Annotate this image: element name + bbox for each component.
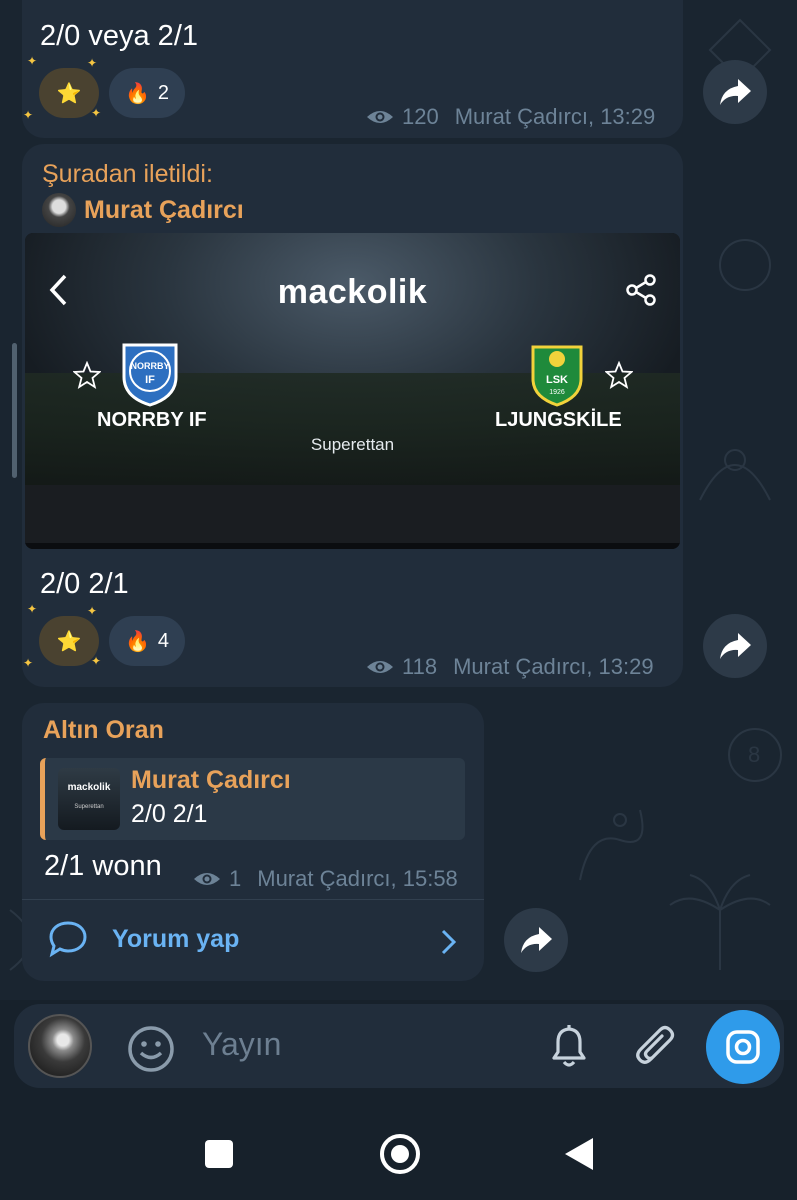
star-reaction[interactable]: ⭐ ✦ ✦ ✦ ✦ bbox=[23, 602, 102, 670]
sparkle-icon: ✦ bbox=[27, 54, 38, 68]
fire-emoji-icon: 🔥 bbox=[125, 630, 150, 653]
sparkle-icon: ✦ bbox=[87, 56, 98, 70]
share-nodes-icon bbox=[626, 274, 656, 306]
home-button[interactable] bbox=[380, 1134, 420, 1174]
author-time: Murat Çadırcı, 13:29 bbox=[453, 654, 654, 679]
sparkle-icon: ✦ bbox=[23, 656, 34, 670]
message-meta: 120 Murat Çadırcı, 13:29 bbox=[366, 104, 655, 130]
sparkle-icon: ✦ bbox=[91, 106, 102, 120]
sparkle-icon: ✦ bbox=[23, 108, 34, 122]
bell-icon[interactable] bbox=[546, 1022, 592, 1070]
emoji-smile-icon[interactable] bbox=[126, 1024, 176, 1074]
reactions-row: ⭐ ✦ ✦ ✦ ✦ 🔥 4 bbox=[23, 602, 186, 670]
reaction-count: 4 bbox=[157, 629, 170, 652]
view-count: 118 bbox=[402, 654, 438, 679]
forwarded-label: Şuradan iletildi: bbox=[42, 160, 213, 188]
share-arrow-icon bbox=[720, 79, 751, 105]
reactions-row: ⭐ ✦ ✦ ✦ ✦ 🔥 2 bbox=[23, 54, 186, 122]
back-button[interactable] bbox=[565, 1138, 593, 1170]
views-eye-icon bbox=[194, 873, 220, 885]
reply-thumb-league: Superettan bbox=[74, 804, 104, 810]
message-text: 2/0 2/1 bbox=[40, 568, 129, 600]
recents-button[interactable] bbox=[205, 1140, 233, 1168]
message-meta: 118 Murat Çadırcı, 13:29 bbox=[366, 654, 654, 680]
reply-quote[interactable]: mackolik Superettan Murat Çadırcı 2/0 2/… bbox=[40, 758, 465, 840]
divider bbox=[22, 899, 484, 900]
star-emoji-icon: ⭐ bbox=[56, 630, 82, 653]
svg-text:8: 8 bbox=[748, 742, 760, 767]
star-emoji-icon: ⭐ bbox=[56, 82, 82, 105]
message-text: 2/0 veya 2/1 bbox=[40, 20, 198, 52]
comment-bubble-icon bbox=[49, 921, 87, 958]
author-time: Murat Çadırcı, 13:29 bbox=[454, 104, 656, 129]
channel-title: Altın Oran bbox=[43, 716, 164, 744]
share-arrow-icon bbox=[521, 927, 552, 953]
share-button[interactable] bbox=[504, 908, 568, 972]
fire-reaction[interactable]: 🔥 2 bbox=[109, 68, 186, 118]
reply-thumb-logo: mackolik bbox=[67, 782, 111, 793]
reply-author: Murat Çadırcı bbox=[131, 766, 291, 794]
camera-button[interactable] bbox=[706, 1010, 780, 1084]
share-arrow-icon bbox=[720, 633, 751, 659]
star-reaction[interactable]: ⭐ ✦ ✦ ✦ ✦ bbox=[23, 54, 102, 122]
views-eye-icon bbox=[367, 111, 393, 123]
screenshot-bottom-panel bbox=[25, 485, 680, 549]
sparkle-icon: ✦ bbox=[87, 604, 98, 618]
crest-text: 1926 bbox=[549, 389, 565, 396]
crest-text: NORRBY bbox=[130, 361, 169, 371]
camera-icon bbox=[726, 1030, 760, 1064]
reply-thumbnail: mackolik Superettan bbox=[58, 768, 120, 830]
ljungskile-crest-icon: LSK 1926 bbox=[531, 345, 583, 407]
sparkle-icon: ✦ bbox=[91, 654, 102, 668]
league-name: Superettan bbox=[310, 435, 395, 454]
message-meta: 1 Murat Çadırcı, 15:58 bbox=[193, 866, 458, 892]
view-count: 1 bbox=[229, 866, 242, 891]
views-eye-icon bbox=[367, 661, 393, 673]
crest-text: LSK bbox=[546, 374, 568, 386]
reaction-count: 2 bbox=[157, 81, 170, 104]
sparkle-icon: ✦ bbox=[27, 602, 38, 616]
fire-reaction[interactable]: 🔥 4 bbox=[109, 616, 186, 666]
share-button[interactable] bbox=[703, 614, 767, 678]
comment-label: Yorum yap bbox=[112, 924, 240, 953]
author-time: Murat Çadırcı, 15:58 bbox=[257, 866, 458, 891]
away-team-name: LJUNGSKİLE bbox=[495, 409, 622, 431]
fire-emoji-icon: 🔥 bbox=[125, 82, 150, 105]
view-count: 120 bbox=[402, 104, 439, 129]
paperclip-icon[interactable] bbox=[632, 1022, 680, 1072]
crest-text: IF bbox=[145, 374, 155, 386]
favorite-star-icon bbox=[605, 361, 633, 389]
screenshot-image[interactable]: mackolik NORRBY IF NORRBY IF LSK 1926 LJUN… bbox=[25, 233, 680, 549]
norrby-crest-icon: NORRBY IF bbox=[122, 343, 178, 407]
favorite-star-icon bbox=[73, 361, 101, 389]
home-team-name: NORRBY IF bbox=[97, 409, 207, 431]
chevron-right-icon bbox=[441, 929, 457, 955]
scrollbar-thumb[interactable] bbox=[12, 343, 17, 478]
send-as-avatar[interactable] bbox=[28, 1014, 92, 1078]
reply-text: 2/0 2/1 bbox=[131, 800, 208, 828]
message-text: 2/1 wonn bbox=[44, 850, 162, 882]
share-button[interactable] bbox=[703, 60, 767, 124]
forwarded-from-name: Murat Çadırcı bbox=[84, 195, 244, 224]
message-input[interactable]: Yayın bbox=[202, 1026, 281, 1063]
forwarded-from[interactable]: Murat Çadırcı bbox=[42, 193, 244, 227]
app-logo: mackolik bbox=[277, 273, 428, 311]
forwarded-avatar bbox=[42, 193, 76, 227]
comment-button[interactable]: Yorum yap bbox=[48, 920, 239, 958]
